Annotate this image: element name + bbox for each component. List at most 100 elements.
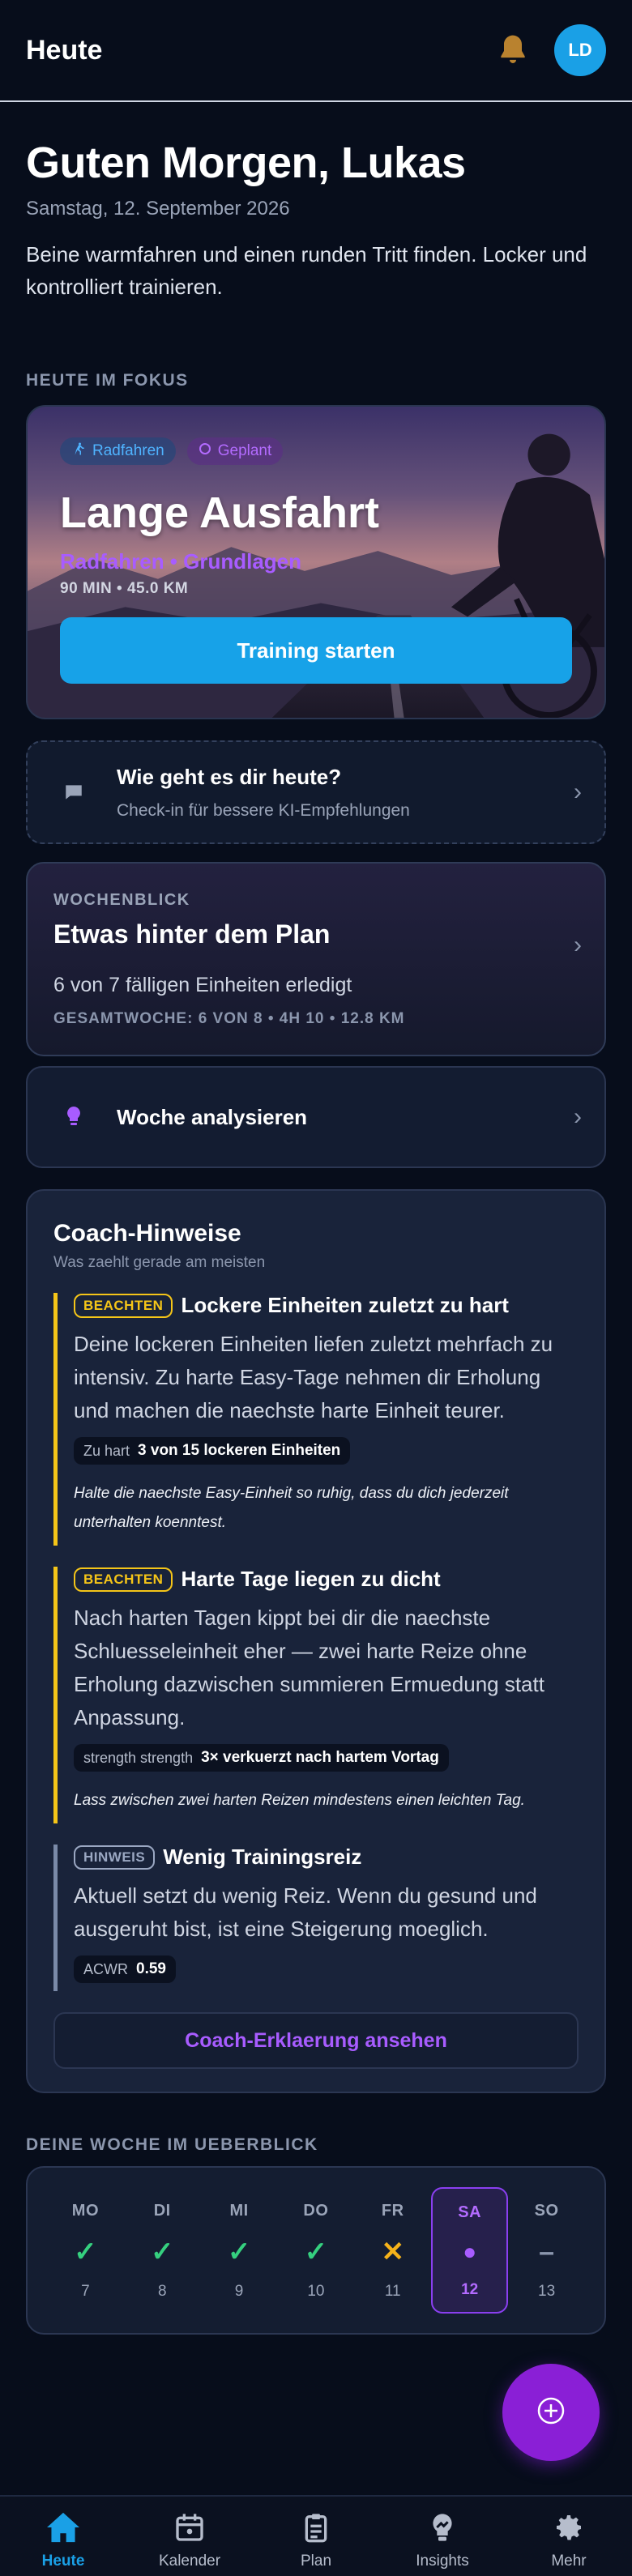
- day-name: SO: [534, 2202, 559, 2220]
- sport-chip-label: Radfahren: [92, 442, 164, 459]
- dash-icon: –: [539, 2236, 555, 2267]
- hint-stat-value: 0.59: [136, 1960, 166, 1977]
- week-summary-card[interactable]: WOCHENBLICK Etwas hinter dem Plan 6 von …: [26, 862, 606, 1056]
- hint-stat: ACWR 0.59: [74, 1955, 176, 1983]
- workout-title: Lange Ausfahrt: [60, 488, 380, 537]
- page-title: Heute: [26, 34, 103, 66]
- coach-explanation-button[interactable]: Coach-Erklaerung ansehen: [53, 2012, 579, 2069]
- day-name: MO: [71, 2202, 100, 2220]
- intro-text: Beine warmfahren und einen runden Tritt …: [26, 242, 587, 299]
- day-saturday-today[interactable]: SA ● 12: [431, 2187, 509, 2314]
- analyze-week-card[interactable]: Woche analysieren ›: [26, 1066, 606, 1168]
- nav-label: Insights: [416, 2553, 469, 2570]
- hint-stat-value: 3 von 15 lockeren Einheiten: [138, 1442, 341, 1459]
- day-date: 13: [538, 2283, 556, 2300]
- nav-label: Heute: [41, 2553, 85, 2570]
- day-date: 9: [234, 2283, 244, 2300]
- nav-item-insights[interactable]: Insights: [390, 2511, 495, 2570]
- nav-item-heute[interactable]: Heute: [11, 2511, 116, 2570]
- sport-chip: Radfahren: [60, 437, 176, 465]
- day-date: 8: [157, 2283, 167, 2300]
- insights-bulb-icon: [426, 2511, 459, 2548]
- header-actions: LD: [493, 24, 606, 76]
- week-progress-text: 6 von 7 fälligen Einheiten erledigt: [53, 974, 352, 996]
- status-chip: Geplant: [186, 437, 284, 465]
- day-name: MI: [229, 2202, 249, 2220]
- workout-meta: 90 MIN • 45.0 KM: [60, 580, 189, 597]
- nav-label: Plan: [300, 2553, 332, 2570]
- hint-badge: HINWEIS: [74, 1845, 156, 1870]
- chevron-right-icon: ›: [574, 778, 582, 805]
- focus-chips: Radfahren Geplant: [60, 437, 284, 465]
- bell-icon[interactable]: [493, 30, 533, 70]
- chevron-right-icon: ›: [574, 1103, 582, 1130]
- day-name: DO: [303, 2202, 329, 2220]
- day-sunday[interactable]: SO – 13: [508, 2187, 585, 2314]
- start-training-button[interactable]: Training starten: [60, 617, 572, 684]
- plus-circle-icon: [535, 2395, 567, 2431]
- hint-body: Deine lockeren Einheiten liefen zuletzt …: [74, 1332, 553, 1422]
- coach-title: Coach-Hinweise: [53, 1220, 241, 1247]
- check-icon: ✓: [304, 2236, 328, 2267]
- hint-title: Wenig Trainingsreiz: [163, 1845, 362, 1869]
- nav-label: Mehr: [551, 2553, 587, 2570]
- check-icon: ✓: [227, 2236, 251, 2267]
- day-date: 11: [384, 2283, 401, 2300]
- top-bar: Heute LD: [0, 0, 632, 102]
- hint-tip: Lass zwischen zwei harten Reizen mindest…: [74, 1792, 525, 1809]
- day-date: 10: [307, 2283, 325, 2300]
- day-date: 7: [81, 2283, 90, 2300]
- hint-title: Harte Tage liegen zu dicht: [181, 1567, 441, 1591]
- clipboard-icon: [300, 2511, 332, 2548]
- day-date: 12: [461, 2281, 479, 2298]
- coach-hints-card: Coach-Hinweise Was zaehlt gerade am meis…: [26, 1189, 606, 2093]
- check-icon: ✓: [74, 2236, 97, 2267]
- hint-body: Nach harten Tagen kippt bei dir die naec…: [74, 1606, 544, 1729]
- day-friday[interactable]: FR ✕ 11: [354, 2187, 431, 2314]
- cross-icon: ✕: [381, 2236, 404, 2267]
- date-text: Samstag, 12. September 2026: [26, 198, 290, 220]
- day-name: FR: [381, 2202, 404, 2220]
- check-icon: ✓: [150, 2236, 174, 2267]
- week-total: GESAMTWOCHE: 6 VON 8 • 4H 10 • 12.8 KM: [53, 1010, 405, 1027]
- day-monday[interactable]: MO ✓ 7: [47, 2187, 124, 2314]
- nav-item-plan[interactable]: Plan: [263, 2511, 369, 2570]
- coach-hint: BEACHTEN Harte Tage liegen zu dicht Nach…: [53, 1567, 579, 1823]
- chat-icon: [60, 782, 88, 803]
- hint-title: Lockere Einheiten zuletzt zu hart: [181, 1293, 509, 1317]
- calendar-icon: [173, 2511, 206, 2548]
- coach-subtitle: Was zaehlt gerade am meisten: [53, 1254, 266, 1271]
- day-thursday[interactable]: DO ✓ 10: [277, 2187, 354, 2314]
- chevron-right-icon: ›: [574, 932, 582, 958]
- gear-icon: [553, 2511, 585, 2548]
- workout-subtitle: Radfahren • Grundlagen: [60, 549, 302, 574]
- add-button[interactable]: [502, 2364, 600, 2461]
- analyze-label: Woche analysieren: [117, 1104, 308, 1129]
- bottom-navigation: Heute Kalender Plan Insights Mehr: [0, 2495, 632, 2576]
- hint-stat-key: strength strength: [83, 1749, 194, 1766]
- hint-tip: Halte die naechste Easy-Einheit so ruhig…: [74, 1485, 509, 1531]
- day-wednesday[interactable]: MI ✓ 9: [201, 2187, 278, 2314]
- focus-workout-card[interactable]: Radfahren Geplant Lange Ausfahrt Radfahr…: [26, 405, 606, 719]
- checkin-card[interactable]: Wie geht es dir heute? Check-in für bess…: [26, 740, 606, 844]
- avatar[interactable]: LD: [554, 24, 606, 76]
- bike-icon: [71, 441, 86, 461]
- week-title: Etwas hinter dem Plan: [53, 919, 331, 949]
- nav-item-kalender[interactable]: Kalender: [137, 2511, 242, 2570]
- lightbulb-icon: [60, 1105, 88, 1129]
- hint-stat-key: ACWR: [83, 1960, 128, 1977]
- day-name: DI: [153, 2202, 171, 2220]
- checkin-subtitle: Check-in für bessere KI-Empfehlungen: [117, 800, 410, 820]
- circle-icon: [199, 442, 211, 460]
- nav-item-mehr[interactable]: Mehr: [516, 2511, 621, 2570]
- nav-label: Kalender: [158, 2553, 221, 2570]
- home-icon: [45, 2511, 81, 2548]
- hint-body: Aktuell setzt du wenig Reiz. Wenn du ges…: [74, 1883, 537, 1941]
- hint-stat: Zu hart 3 von 15 lockeren Einheiten: [74, 1437, 351, 1465]
- coach-hint: BEACHTEN Lockere Einheiten zuletzt zu ha…: [53, 1293, 579, 1546]
- hint-stat-value: 3× verkuerzt nach hartem Vortag: [201, 1749, 439, 1766]
- day-name: SA: [458, 2203, 482, 2221]
- hint-stat-key: Zu hart: [83, 1442, 130, 1459]
- greeting-title: Guten Morgen, Lukas: [26, 139, 466, 187]
- day-tuesday[interactable]: DI ✓ 8: [124, 2187, 201, 2314]
